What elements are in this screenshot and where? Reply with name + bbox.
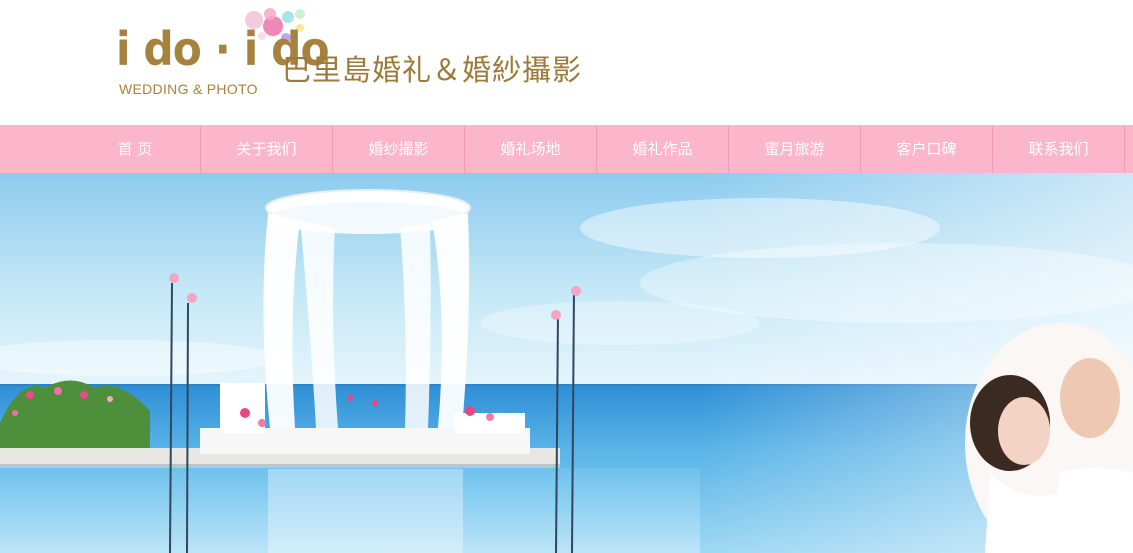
nav-item-reviews[interactable]: 客户口碑: [861, 125, 992, 173]
nav-item-contact[interactable]: 联系我们: [993, 125, 1124, 173]
site-tagline: 巴里島婚礼＆婚紗攝影: [282, 53, 583, 87]
nav-divider: [1124, 125, 1125, 173]
nav-item-photography[interactable]: 婚纱撮影: [333, 125, 464, 173]
nav-item-venues[interactable]: 婚礼场地: [465, 125, 596, 173]
hero-banner[interactable]: [0, 173, 1133, 553]
site-header: i do · i do WEDDING & PHOTO 巴里島婚礼＆婚紗攝影: [0, 0, 1133, 125]
logo-subtitle: WEDDING & PHOTO: [119, 81, 258, 97]
wedding-gazebo-ocean-photo-icon: [0, 173, 1133, 553]
main-nav: 首 页 关于我们 婚纱撮影 婚礼场地 婚礼作品 蜜月旅游 客户口碑 联系我们: [0, 125, 1133, 173]
nav-item-about[interactable]: 关于我们: [201, 125, 332, 173]
nav-item-honeymoon[interactable]: 蜜月旅游: [729, 125, 860, 173]
nav-item-works[interactable]: 婚礼作品: [597, 125, 728, 173]
nav-item-home[interactable]: 首 页: [70, 125, 200, 173]
